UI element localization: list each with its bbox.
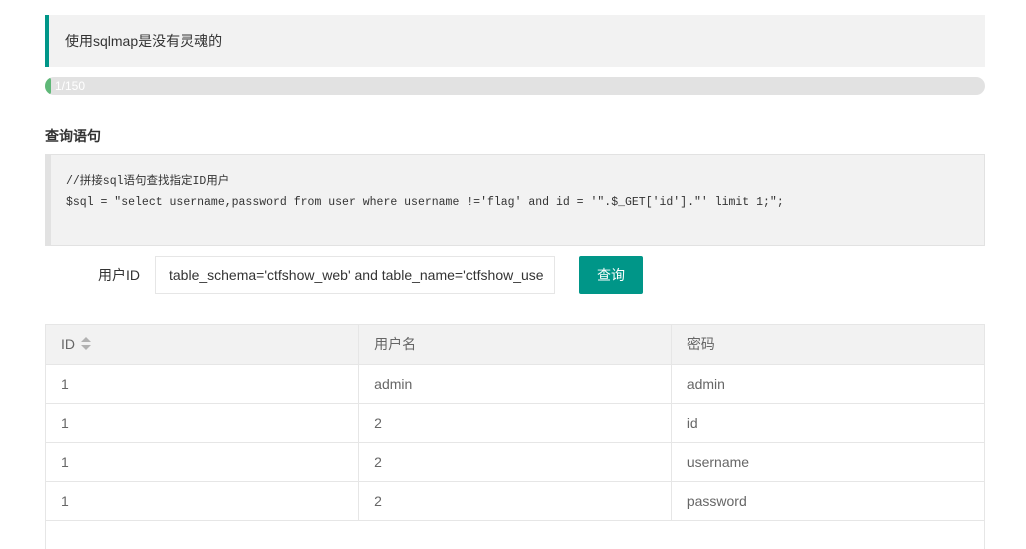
column-header-id-label: ID bbox=[61, 336, 75, 353]
cell-password: admin bbox=[670, 364, 984, 404]
notice-quote: 使用sqlmap是没有灵魂的 bbox=[45, 15, 985, 67]
cell-password: password bbox=[670, 481, 984, 521]
sort-icon[interactable] bbox=[81, 337, 91, 351]
user-id-input[interactable] bbox=[155, 256, 555, 294]
query-button[interactable]: 查询 bbox=[579, 256, 643, 294]
progress-fill bbox=[45, 77, 52, 95]
table-row: 1 2 username bbox=[46, 442, 984, 482]
user-id-label: 用户ID bbox=[98, 267, 140, 283]
cell-id: 1 bbox=[46, 403, 359, 443]
progress-label: 1/150 bbox=[55, 79, 86, 93]
section-title: 查询语句 bbox=[45, 128, 101, 144]
table-row: 1 2 password bbox=[46, 481, 984, 521]
column-header-id[interactable]: ID bbox=[46, 325, 359, 365]
progress-bar: 1/150 bbox=[45, 77, 985, 95]
code-block: //拼接sql语句查找指定ID用户 $sql = "select usernam… bbox=[45, 154, 985, 246]
cell-id: 1 bbox=[46, 481, 359, 521]
cell-password: id bbox=[670, 403, 984, 443]
cell-id: 1 bbox=[46, 364, 359, 404]
cell-username: 2 bbox=[358, 481, 672, 521]
cell-username: 2 bbox=[358, 442, 672, 482]
cell-username: 2 bbox=[358, 403, 672, 443]
cell-id: 1 bbox=[46, 442, 359, 482]
column-header-username: 用户名 bbox=[358, 325, 672, 365]
code-comment: //拼接sql语句查找指定ID用户 bbox=[66, 175, 230, 188]
notice-text: 使用sqlmap是没有灵魂的 bbox=[65, 33, 223, 49]
query-form: 用户ID 查询 bbox=[45, 256, 985, 294]
table-row: 1 2 id bbox=[46, 403, 984, 443]
cell-username: admin bbox=[358, 364, 672, 404]
table-row: 1 admin admin bbox=[46, 364, 984, 404]
column-header-password: 密码 bbox=[670, 325, 984, 365]
cell-password: username bbox=[670, 442, 984, 482]
table-header-row: ID 用户名 密码 bbox=[46, 325, 984, 365]
code-sql: $sql = "select username,password from us… bbox=[66, 196, 784, 209]
results-table: ID 用户名 密码 1 admin admin 1 2 id 1 2 usern… bbox=[45, 324, 985, 549]
